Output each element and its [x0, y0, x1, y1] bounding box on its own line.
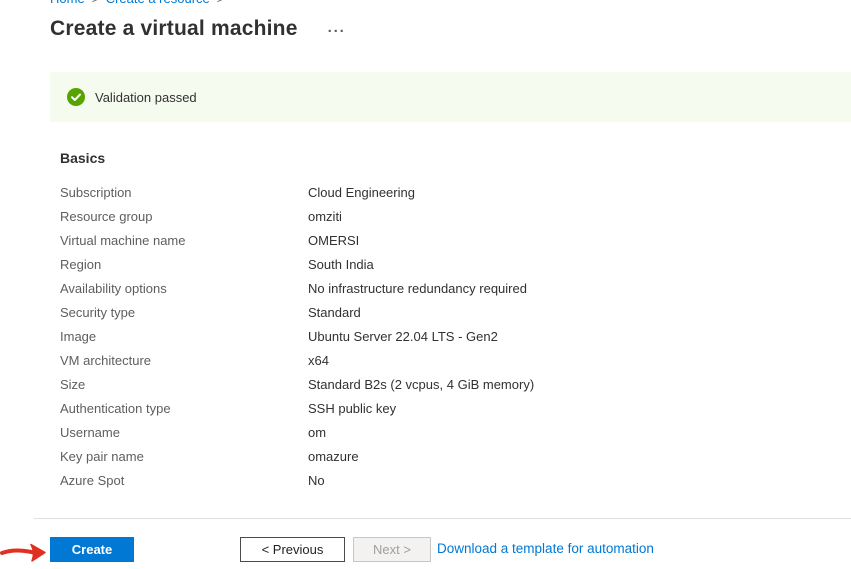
detail-row-key-pair-name: Key pair name omazure: [60, 444, 831, 468]
breadcrumb-separator: >: [92, 0, 99, 6]
footer-divider: [34, 518, 851, 519]
breadcrumb-separator: >: [217, 0, 224, 6]
detail-row-resource-group: Resource group omziti: [60, 204, 831, 228]
detail-label: VM architecture: [60, 353, 308, 368]
detail-row-subscription: Subscription Cloud Engineering: [60, 180, 831, 204]
detail-value: Standard B2s (2 vcpus, 4 GiB memory): [308, 377, 534, 392]
detail-label: Security type: [60, 305, 308, 320]
detail-value: OMERSI: [308, 233, 359, 248]
detail-value: No infrastructure redundancy required: [308, 281, 527, 296]
detail-label: Authentication type: [60, 401, 308, 416]
detail-label: Availability options: [60, 281, 308, 296]
create-vm-page: Home > Create a resource > Create a virtual…: [0, 0, 851, 569]
section-title-basics: Basics: [60, 150, 105, 166]
detail-value: No: [308, 473, 325, 488]
detail-label: Virtual machine name: [60, 233, 308, 248]
detail-label: Resource group: [60, 209, 308, 224]
detail-label: Key pair name: [60, 449, 308, 464]
detail-value: omazure: [308, 449, 359, 464]
next-button[interactable]: Next >: [353, 537, 431, 562]
detail-row-region: Region South India: [60, 252, 831, 276]
download-template-link[interactable]: Download a template for automation: [437, 541, 654, 556]
previous-button[interactable]: < Previous: [240, 537, 345, 562]
breadcrumb-home-link[interactable]: Home: [50, 0, 85, 6]
success-check-icon: [67, 88, 85, 106]
detail-row-azure-spot: Azure Spot No: [60, 468, 831, 492]
page-title: Create a virtual machine: [50, 17, 298, 41]
detail-row-vm-name: Virtual machine name OMERSI: [60, 228, 831, 252]
detail-value: Standard: [308, 305, 361, 320]
footer-bar: Create < Previous Next > Download a temp…: [0, 537, 851, 563]
detail-label: Azure Spot: [60, 473, 308, 488]
basics-detail-list: Subscription Cloud Engineering Resource …: [60, 180, 831, 492]
validation-banner: Validation passed: [50, 72, 851, 122]
annotation-arrow-icon: [0, 540, 52, 566]
validation-banner-text: Validation passed: [95, 90, 197, 105]
more-options-icon[interactable]: ···: [328, 24, 346, 39]
detail-label: Size: [60, 377, 308, 392]
detail-row-availability-options: Availability options No infrastructure r…: [60, 276, 831, 300]
detail-value: Cloud Engineering: [308, 185, 415, 200]
detail-row-username: Username om: [60, 420, 831, 444]
detail-value: x64: [308, 353, 329, 368]
detail-label: Username: [60, 425, 308, 440]
title-row: Create a virtual machine ···: [50, 17, 346, 41]
detail-value: South India: [308, 257, 374, 272]
detail-row-security-type: Security type Standard: [60, 300, 831, 324]
breadcrumb-create-resource-link[interactable]: Create a resource: [106, 0, 210, 6]
detail-value: Ubuntu Server 22.04 LTS - Gen2: [308, 329, 498, 344]
detail-row-image: Image Ubuntu Server 22.04 LTS - Gen2: [60, 324, 831, 348]
detail-value: SSH public key: [308, 401, 396, 416]
breadcrumb: Home > Create a resource >: [50, 0, 231, 6]
create-button[interactable]: Create: [50, 537, 134, 562]
detail-value: om: [308, 425, 326, 440]
detail-row-authentication-type: Authentication type SSH public key: [60, 396, 831, 420]
detail-label: Image: [60, 329, 308, 344]
detail-row-vm-architecture: VM architecture x64: [60, 348, 831, 372]
detail-label: Subscription: [60, 185, 308, 200]
detail-row-size: Size Standard B2s (2 vcpus, 4 GiB memory…: [60, 372, 831, 396]
detail-label: Region: [60, 257, 308, 272]
detail-value: omziti: [308, 209, 342, 224]
